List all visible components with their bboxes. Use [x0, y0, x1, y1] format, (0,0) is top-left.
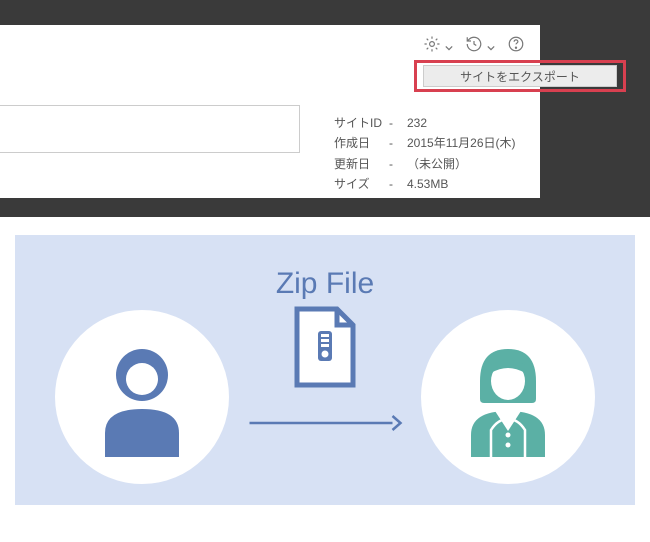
diagram-panel: Zip File — [15, 235, 635, 505]
site-name-input[interactable] — [0, 105, 300, 153]
chevron-down-icon[interactable] — [445, 39, 453, 57]
meta-row: サイトID - 232 — [334, 113, 516, 133]
zip-file-icon — [291, 305, 359, 394]
meta-label: 更新日 — [334, 154, 389, 174]
meta-sep: - — [389, 113, 407, 133]
meta-value: 4.53MB — [407, 174, 448, 194]
meta-value: （未公開） — [407, 154, 467, 174]
meta-label: 作成日 — [334, 133, 389, 153]
meta-label: サイトID — [334, 113, 389, 133]
help-icon[interactable] — [507, 35, 525, 58]
meta-value: 232 — [407, 113, 427, 133]
arrow-right-icon — [248, 413, 403, 438]
chevron-down-icon[interactable] — [487, 39, 495, 57]
gear-icon[interactable] — [423, 35, 441, 58]
app-screenshot-panel: サイトをエクスポート サイトID - 232 作成日 - 2015年11月26日… — [0, 0, 650, 217]
receiver-avatar — [421, 310, 595, 484]
toolbar-icons — [423, 35, 525, 58]
sender-avatar — [55, 310, 229, 484]
meta-sep: - — [389, 154, 407, 174]
person-male-icon — [87, 337, 197, 457]
meta-label: サイズ — [334, 174, 389, 194]
history-icon[interactable] — [465, 35, 483, 58]
zip-file-title: Zip File — [276, 267, 374, 301]
meta-row: サイズ - 4.53MB — [334, 174, 516, 194]
export-site-button[interactable]: サイトをエクスポート — [423, 65, 617, 87]
meta-value: 2015年11月26日(木) — [407, 133, 516, 153]
meta-sep: - — [389, 174, 407, 194]
site-metadata: サイトID - 232 作成日 - 2015年11月26日(木) 更新日 - （… — [334, 113, 516, 195]
transfer-diagram: Zip File — [0, 217, 650, 542]
person-female-icon — [453, 337, 563, 457]
meta-row: 更新日 - （未公開） — [334, 154, 516, 174]
meta-row: 作成日 - 2015年11月26日(木) — [334, 133, 516, 153]
export-button-label: サイトをエクスポート — [460, 68, 580, 85]
meta-sep: - — [389, 133, 407, 153]
export-highlight-box: サイトをエクスポート — [414, 60, 626, 92]
